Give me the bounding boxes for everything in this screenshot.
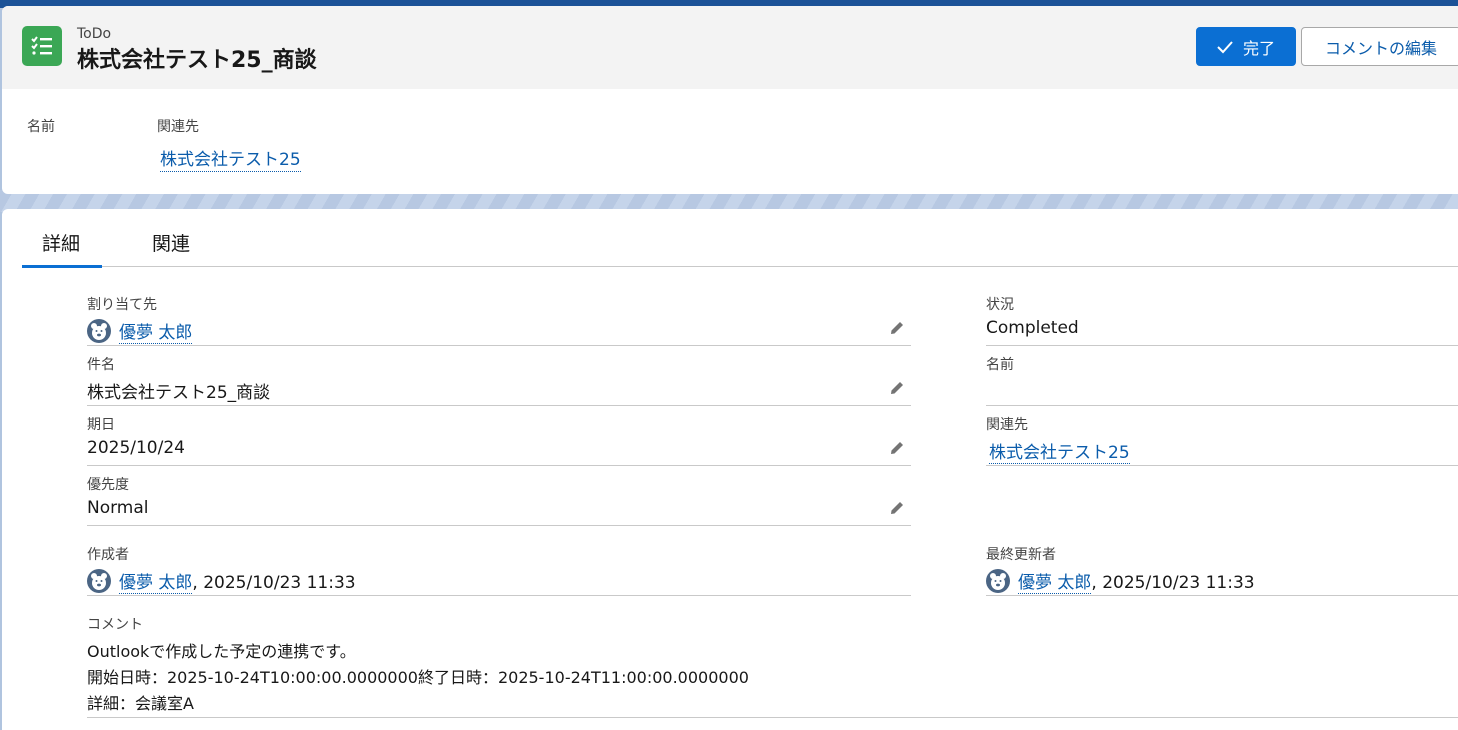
- task-icon: [22, 26, 62, 66]
- field-label: 件名: [87, 357, 115, 373]
- field-label: 名前: [986, 357, 1014, 373]
- tab-related[interactable]: 関連: [152, 229, 190, 256]
- check-icon: [1217, 40, 1233, 53]
- edit-pencil-icon[interactable]: [889, 440, 905, 456]
- object-label: ToDo: [77, 26, 112, 42]
- field-value: 優夢 太郎: [87, 318, 193, 345]
- assignee-link[interactable]: 優夢 太郎: [119, 323, 193, 344]
- field-label: 作成者: [87, 547, 129, 563]
- field-created-by: 作成者 優夢 太郎, 2025/10/23 11:33: [87, 544, 911, 596]
- tab-active-indicator: [22, 265, 102, 268]
- comment-line: Outlookで作成した予定の連携です。: [87, 642, 356, 661]
- complete-button-label: 完了: [1242, 38, 1275, 58]
- tab-details[interactable]: 詳細: [42, 229, 80, 256]
- field-value: 優夢 太郎, 2025/10/23 11:33: [87, 568, 356, 595]
- record-title: 株式会社テスト25_商談: [77, 48, 317, 73]
- highlight-name-label: 名前: [27, 119, 55, 135]
- user-avatar-icon: [87, 319, 111, 343]
- field-label: 関連先: [986, 417, 1028, 433]
- edit-comment-button[interactable]: コメントの編集: [1301, 27, 1458, 66]
- field-status: 状況 Completed: [986, 294, 1458, 346]
- field-priority: 優先度 Normal: [87, 474, 911, 526]
- field-subject: 件名 株式会社テスト25_商談: [87, 354, 911, 406]
- field-label: 期日: [87, 417, 115, 433]
- detail-card: 詳細 関連 割り当て先 優夢 太郎 件名 株式会社テスト25_商談 期日 202…: [2, 209, 1458, 730]
- field-value: 株式会社テスト25: [989, 438, 1130, 464]
- due-date-value: 2025/10/24: [87, 438, 185, 458]
- comment-line: 詳細：会議室A: [87, 694, 194, 713]
- field-label: 割り当て先: [87, 297, 157, 313]
- field-value: 優夢 太郎, 2025/10/23 11:33: [986, 568, 1255, 595]
- edit-pencil-icon[interactable]: [889, 380, 905, 396]
- field-modified-by: 最終更新者 優夢 太郎, 2025/10/23 11:33: [986, 544, 1458, 596]
- field-related: 関連先 株式会社テスト25: [986, 414, 1458, 466]
- edit-pencil-icon[interactable]: [889, 320, 905, 336]
- status-value: Completed: [986, 318, 1079, 338]
- field-label: コメント: [87, 617, 143, 633]
- user-avatar-icon: [986, 569, 1010, 593]
- subject-value: 株式会社テスト25_商談: [87, 383, 271, 403]
- tab-details-label: 詳細: [42, 233, 81, 255]
- complete-button[interactable]: 完了: [1196, 27, 1296, 66]
- field-name: 名前: [986, 354, 1458, 406]
- priority-value: Normal: [87, 498, 149, 518]
- highlight-related-label: 関連先: [157, 119, 199, 135]
- record-header: ToDo 株式会社テスト25_商談 完了 コメントの編集 名前 関連先 株式会社…: [2, 6, 1458, 194]
- modified-timestamp: , 2025/10/23 11:33: [1091, 573, 1255, 593]
- field-assignee: 割り当て先 優夢 太郎: [87, 294, 911, 346]
- field-due-date: 期日 2025/10/24: [87, 414, 911, 466]
- field-label: 優先度: [87, 477, 129, 493]
- field-comment: コメント Outlookで作成した予定の連携です。 開始日時：2025-10-2…: [87, 614, 1458, 718]
- created-timestamp: , 2025/10/23 11:33: [192, 573, 356, 593]
- tab-bar: 詳細 関連: [22, 209, 1458, 268]
- related-link[interactable]: 株式会社テスト25: [989, 443, 1130, 464]
- user-avatar-icon: [87, 569, 111, 593]
- comment-value: Outlookで作成した予定の連携です。 開始日時：2025-10-24T10:…: [87, 639, 749, 717]
- comment-line: 開始日時：2025-10-24T10:00:00.0000000終了日時：202…: [87, 668, 749, 687]
- tab-related-label: 関連: [152, 233, 191, 255]
- modified-by-link[interactable]: 優夢 太郎: [1018, 573, 1092, 594]
- field-label: 状況: [986, 297, 1014, 313]
- edit-pencil-icon[interactable]: [889, 500, 905, 516]
- field-label: 最終更新者: [986, 547, 1056, 563]
- created-by-link[interactable]: 優夢 太郎: [119, 573, 193, 594]
- highlight-related-link[interactable]: 株式会社テスト25: [160, 145, 301, 172]
